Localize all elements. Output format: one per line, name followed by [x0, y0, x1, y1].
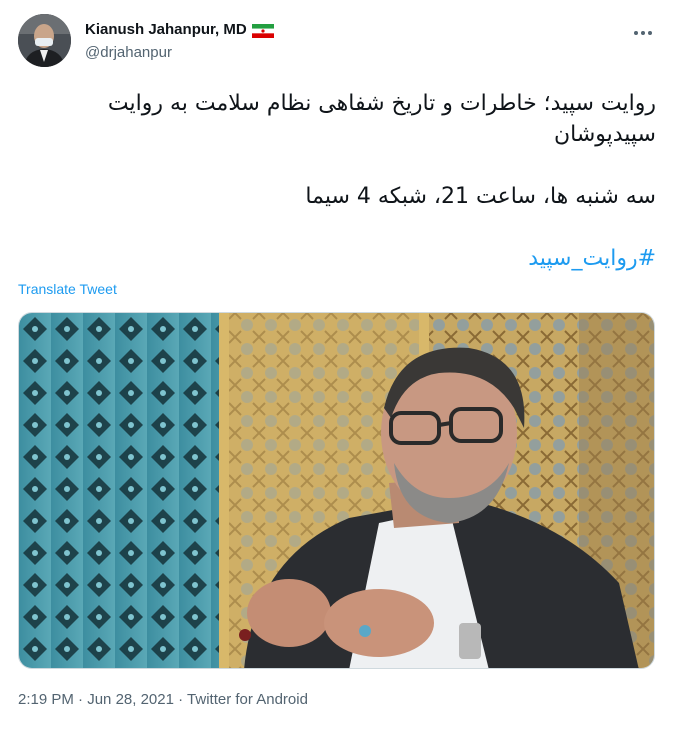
tweet-media-image[interactable]: [18, 312, 655, 669]
hashtag-link[interactable]: #روایت_سپید: [18, 243, 656, 274]
tweet-line-1: روایت سپید؛ خاطرات و تاریخ شفاهی نظام سل…: [107, 91, 656, 147]
iran-flag-icon: [251, 23, 274, 38]
meta-separator: ·: [178, 691, 184, 708]
translate-tweet-link[interactable]: Translate Tweet: [18, 281, 117, 297]
tweet-meta: 2:19 PM · Jun 28, 2021 · Twitter for And…: [18, 691, 308, 708]
author-avatar[interactable]: [18, 14, 71, 67]
more-options-icon[interactable]: [628, 22, 658, 44]
author-handle[interactable]: @drjahanpur: [85, 44, 172, 61]
meta-separator: ·: [78, 691, 84, 708]
tweet-time[interactable]: 2:19 PM: [18, 691, 74, 708]
tweet-date[interactable]: Jun 28, 2021: [87, 691, 174, 708]
author-display-name[interactable]: Kianush Jahanpur, MD: [85, 21, 247, 38]
tweet-header: Kianush Jahanpur, MD @drjahanpur: [18, 14, 658, 70]
author-name-row: Kianush Jahanpur, MD: [85, 21, 274, 38]
tweet-text: روایت سپید؛ خاطرات و تاریخ شفاهی نظام سل…: [18, 88, 656, 274]
tweet-line-2: سه شنبه ها، ساعت 21، شبکه 4 سیما: [305, 184, 656, 209]
tweet-source[interactable]: Twitter for Android: [187, 691, 308, 708]
